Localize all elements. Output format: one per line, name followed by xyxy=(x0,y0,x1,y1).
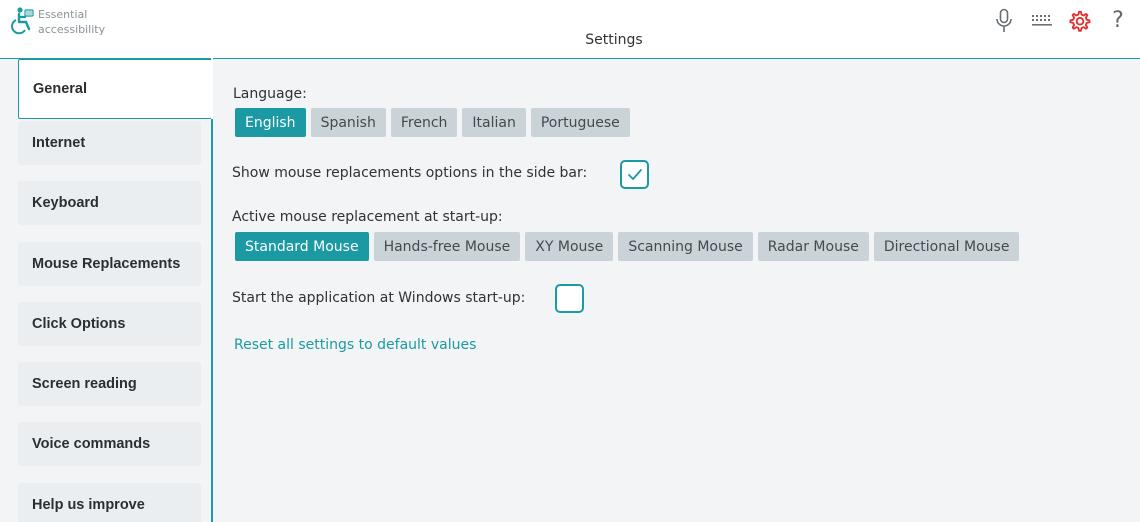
sidebar-item-click-options[interactable]: Click Options xyxy=(18,302,201,346)
language-option-english[interactable]: English xyxy=(235,108,306,137)
gear-icon[interactable] xyxy=(1068,8,1092,34)
sidebar-item-label: Voice commands xyxy=(32,436,151,452)
keyboard-icon[interactable] xyxy=(1030,8,1054,34)
reset-settings-link[interactable]: Reset all settings to default values xyxy=(234,337,476,353)
active-mouse-label: Active mouse replacement at start-up: xyxy=(232,209,503,225)
mouse-option-scanning[interactable]: Scanning Mouse xyxy=(618,232,753,261)
logo-text-line1: Essential xyxy=(38,8,88,21)
sidebar-item-label: General xyxy=(33,81,87,97)
checkmark-icon xyxy=(627,168,642,180)
sidebar-item-keyboard[interactable]: Keyboard xyxy=(18,181,201,225)
sidebar-item-label: Help us improve xyxy=(32,497,145,513)
language-selector: English Spanish French Italian Portugues… xyxy=(235,108,630,137)
mouse-option-radar[interactable]: Radar Mouse xyxy=(757,232,869,261)
language-label: Language: xyxy=(233,86,307,102)
startup-label: Start the application at Windows start-u… xyxy=(232,290,526,306)
language-option-portuguese[interactable]: Portuguese xyxy=(530,108,630,137)
sidebar-item-screen-reading[interactable]: Screen reading xyxy=(18,362,201,406)
show-mouse-checkbox[interactable] xyxy=(620,160,649,189)
startup-checkbox[interactable] xyxy=(555,284,584,313)
language-option-italian[interactable]: Italian xyxy=(462,108,526,137)
language-option-french[interactable]: French xyxy=(390,108,458,137)
sidebar-item-label: Internet xyxy=(32,135,86,151)
sidebar-item-internet[interactable]: Internet xyxy=(18,121,201,165)
mouse-selector: Standard Mouse Hands-free Mouse XY Mouse… xyxy=(235,232,1020,261)
app-header: Essential accessibility Settings ? xyxy=(0,0,1140,59)
sidebar-item-voice-commands[interactable]: Voice commands xyxy=(18,422,201,466)
mouse-option-standard[interactable]: Standard Mouse xyxy=(235,232,369,261)
sidebar-item-general[interactable]: General xyxy=(18,59,213,119)
mouse-option-hands-free[interactable]: Hands-free Mouse xyxy=(373,232,521,261)
microphone-icon[interactable] xyxy=(992,8,1016,34)
sidebar-item-help-us-improve[interactable]: Help us improve xyxy=(18,483,201,522)
sidebar-item-label: Keyboard xyxy=(32,195,99,211)
page-title: Settings xyxy=(585,32,643,48)
mouse-option-xy[interactable]: XY Mouse xyxy=(525,232,614,261)
sidebar-item-label: Mouse Replacements xyxy=(32,256,181,272)
language-option-spanish[interactable]: Spanish xyxy=(310,108,386,137)
sidebar-item-label: Click Options xyxy=(32,316,126,332)
sidebar-item-label: Screen reading xyxy=(32,376,137,392)
sidebar-item-mouse-replacements[interactable]: Mouse Replacements xyxy=(18,242,201,286)
help-icon[interactable]: ? xyxy=(1106,8,1130,34)
mouse-option-directional[interactable]: Directional Mouse xyxy=(873,232,1020,261)
show-mouse-label: Show mouse replacements options in the s… xyxy=(232,165,588,181)
